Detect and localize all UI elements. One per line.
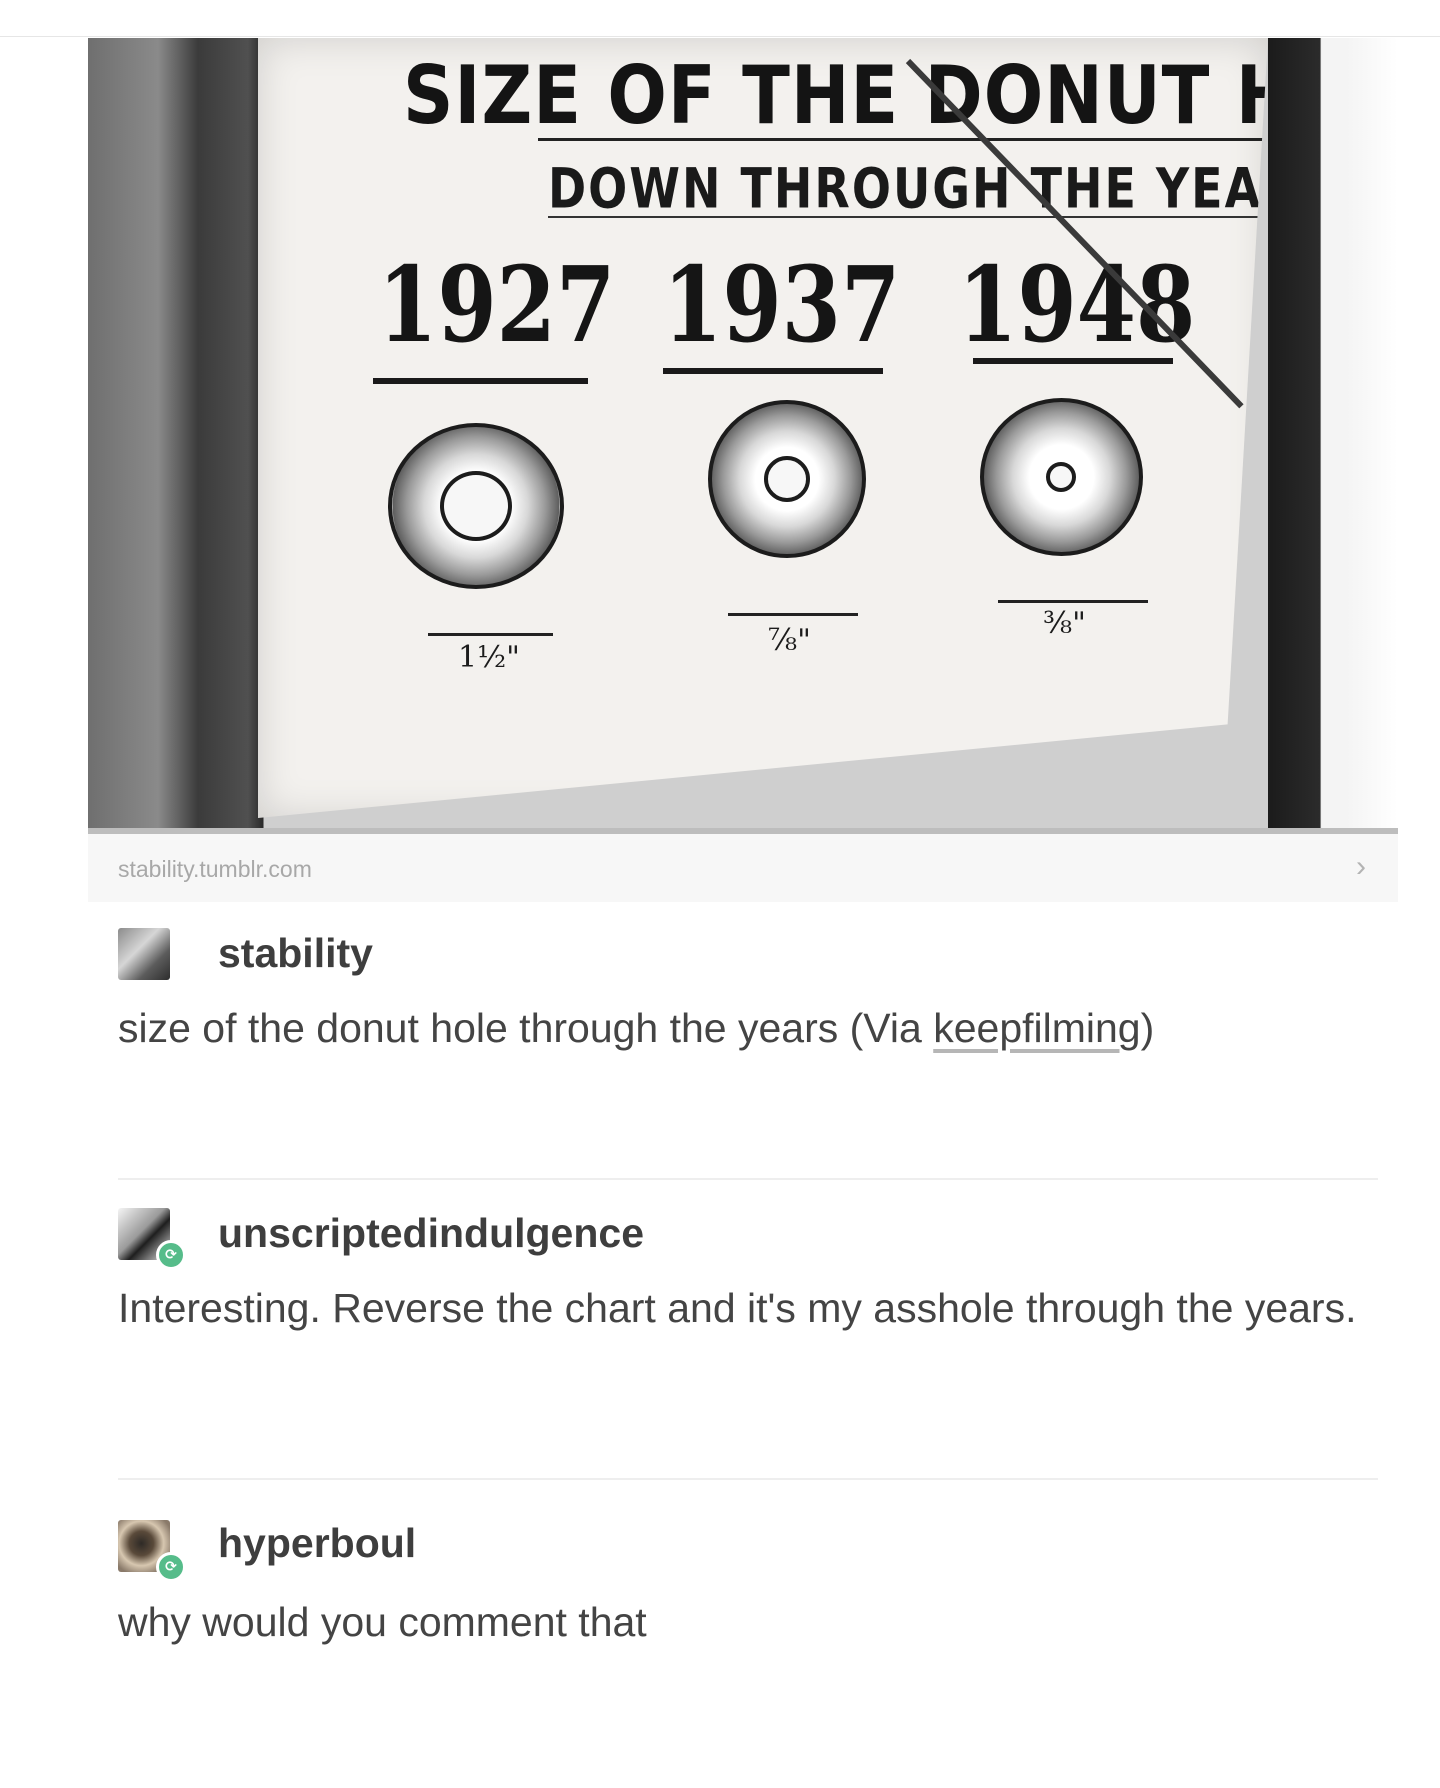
size-rule xyxy=(998,600,1148,603)
size-label-1927: 1½" xyxy=(458,640,520,675)
source-link[interactable]: stability.tumblr.com xyxy=(118,856,312,883)
size-label-1937: ⅞" xyxy=(768,623,811,658)
top-border xyxy=(0,36,1440,37)
year-rule xyxy=(973,358,1173,364)
username[interactable]: hyperboul xyxy=(218,1520,416,1567)
size-label-1948: ⅜" xyxy=(1043,606,1086,641)
size-rule xyxy=(428,633,553,636)
via-link[interactable]: keepfilming xyxy=(933,1005,1140,1051)
post-text-after: ) xyxy=(1140,1005,1155,1051)
username[interactable]: stability xyxy=(218,930,373,977)
sign-subtitle: DOWN THROUGH THE YEARS xyxy=(548,156,1335,221)
donut-sign: SIZE OF THE DONUT HOLE DOWN THROUGH THE … xyxy=(258,38,1268,818)
post-photo[interactable]: SIZE OF THE DONUT HOLE DOWN THROUGH THE … xyxy=(88,38,1398,878)
chevron-right-icon[interactable]: › xyxy=(1356,850,1366,884)
year-1948: 1948 xyxy=(958,243,1196,366)
username[interactable]: unscriptedindulgence xyxy=(218,1210,644,1257)
size-rule xyxy=(728,613,858,616)
reblog-icon: ⟳ xyxy=(156,1240,186,1270)
donut-1948 xyxy=(980,398,1143,556)
separator xyxy=(118,1478,1378,1480)
separator xyxy=(118,1178,1378,1180)
reblog-entry: ⟳ hyperboul why would you comment that xyxy=(88,1498,1398,1748)
post-body: size of the donut hole through the years… xyxy=(118,998,1358,1058)
post-body: why would you comment that xyxy=(118,1599,647,1645)
year-1937: 1937 xyxy=(663,243,901,366)
donut-hole xyxy=(1046,462,1076,492)
tumblr-post: SIZE OF THE DONUT HOLE DOWN THROUGH THE … xyxy=(88,38,1398,1788)
reblog-entry: stability size of the donut hole through… xyxy=(88,918,1398,1158)
donut-1927 xyxy=(388,423,564,589)
avatar[interactable] xyxy=(118,928,170,980)
sign-title-rule xyxy=(538,138,1268,141)
year-rule xyxy=(373,378,588,384)
photo-wall xyxy=(1268,38,1398,828)
donut-1937 xyxy=(708,400,866,558)
source-bar[interactable]: stability.tumblr.com › xyxy=(88,834,1398,902)
post-text: size of the donut hole through the years… xyxy=(118,1005,934,1051)
reblog-icon: ⟳ xyxy=(156,1552,186,1582)
reblog-entry: ⟳ unscriptedindulgence Interesting. Reve… xyxy=(88,1198,1398,1448)
donut-hole xyxy=(440,471,512,541)
post-body: Interesting. Reverse the chart and it's … xyxy=(118,1285,1357,1331)
year-rule xyxy=(663,368,883,374)
sign-subtitle-rule xyxy=(548,216,1268,218)
year-1927: 1927 xyxy=(378,243,616,366)
sign-title: SIZE OF THE DONUT HOLE xyxy=(403,48,1398,143)
donut-hole xyxy=(764,456,810,502)
